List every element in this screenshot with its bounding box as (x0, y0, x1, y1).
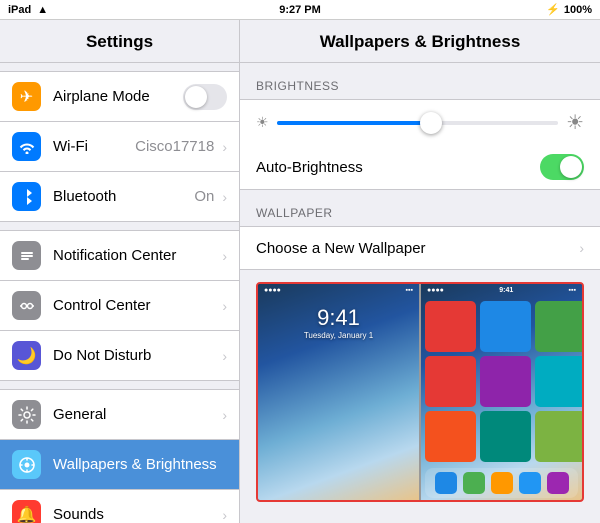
sun-small-icon: ☀ (256, 114, 269, 131)
bluetooth-chevron: › (222, 189, 227, 205)
sidebar-title: Settings (0, 20, 239, 63)
dock-icon-4 (519, 472, 541, 494)
wifi-icon: ▲ (37, 4, 48, 16)
general-label: General (53, 406, 218, 423)
bluetooth-label: Bluetooth (53, 188, 194, 205)
control-center-chevron: › (222, 298, 227, 314)
sidebar-item-do-not-disturb[interactable]: 🌙 Do Not Disturb › (0, 331, 239, 381)
notification-center-icon (12, 241, 41, 270)
choose-wallpaper-label: Choose a New Wallpaper (256, 240, 575, 257)
status-time: 9:27 PM (279, 4, 321, 16)
app-icon-5 (425, 356, 476, 407)
lock-screen-preview: ●●●● ▪▪▪ 9:41 Tuesday, January 1 (258, 284, 419, 500)
battery-label: 100% (564, 4, 592, 16)
auto-brightness-toggle[interactable] (540, 154, 584, 180)
detail-title: Wallpapers & Brightness (240, 20, 600, 63)
airplane-toggle[interactable] (183, 84, 227, 110)
sidebar-group-2: Notification Center › Control Center › (0, 230, 239, 381)
notification-center-label: Notification Center (53, 247, 218, 264)
control-center-icon (12, 291, 41, 320)
sidebar-item-wallpapers-brightness[interactable]: Wallpapers & Brightness (0, 440, 239, 490)
sidebar-group-3: General › Wallpapers & Brightness 🔔 Soun… (0, 389, 239, 523)
status-left: iPad ▲ (8, 4, 48, 16)
do-not-disturb-label: Do Not Disturb (53, 347, 218, 364)
sidebar-item-bluetooth[interactable]: Bluetooth On › (0, 172, 239, 222)
brightness-slider-thumb[interactable] (420, 112, 442, 134)
sidebar-item-sounds[interactable]: 🔔 Sounds › (0, 490, 239, 523)
do-not-disturb-icon: 🌙 (12, 341, 41, 370)
lock-battery: ▪▪▪ (406, 287, 413, 294)
wifi-chevron: › (222, 139, 227, 155)
sidebar: Settings ✈ Airplane Mode (0, 20, 240, 523)
general-chevron: › (222, 407, 227, 423)
detail-panel: Wallpapers & Brightness BRIGHTNESS ☀ ☀ A… (240, 20, 600, 523)
sidebar-item-wifi[interactable]: Wi-Fi Cisco17718 › (0, 122, 239, 172)
wifi-label: Wi-Fi (53, 138, 135, 155)
dock-icon-1 (435, 472, 457, 494)
dock-icon-3 (491, 472, 513, 494)
status-bar: iPad ▲ 9:27 PM ⚡ 100% (0, 0, 600, 20)
app-icon-9 (425, 411, 476, 462)
app-grid (421, 297, 582, 466)
notification-center-chevron: › (222, 248, 227, 264)
sounds-chevron: › (222, 507, 227, 523)
sun-large-icon: ☀ (566, 110, 584, 135)
control-center-label: Control Center (53, 297, 218, 314)
sidebar-item-airplane-mode[interactable]: ✈ Airplane Mode (0, 71, 239, 122)
app-icon-7 (535, 356, 582, 407)
brightness-card: ☀ ☀ Auto-Brightness (240, 99, 600, 190)
do-not-disturb-chevron: › (222, 348, 227, 364)
home-signal: ●●●● (427, 287, 444, 294)
bluetooth-icon-badge (12, 182, 41, 211)
lock-date: Tuesday, January 1 (304, 331, 373, 340)
home-screen-preview: ●●●● 9:41 ▪▪▪ (421, 284, 582, 500)
auto-brightness-row: Auto-Brightness (240, 145, 600, 189)
app-icon-6 (480, 356, 531, 407)
main-content: Settings ✈ Airplane Mode (0, 20, 600, 523)
airplane-mode-label: Airplane Mode (53, 88, 183, 105)
auto-brightness-knob (560, 156, 582, 178)
wallpaper-preview[interactable]: ●●●● ▪▪▪ 9:41 Tuesday, January 1 ●●●● 9:… (256, 282, 584, 502)
sidebar-item-notification-center[interactable]: Notification Center › (0, 230, 239, 281)
airplane-toggle-wrap (183, 84, 227, 110)
brightness-slider-track[interactable] (277, 121, 559, 125)
sidebar-group-1: ✈ Airplane Mode Wi-Fi Cisco17718 › (0, 71, 239, 222)
home-battery: ▪▪▪ (569, 287, 576, 294)
wallpapers-brightness-label: Wallpapers & Brightness (53, 456, 227, 473)
dock-icon-5 (547, 472, 569, 494)
brightness-section-header: BRIGHTNESS (240, 63, 600, 99)
wallpaper-section-header: WALLPAPER (240, 190, 600, 226)
sidebar-item-control-center[interactable]: Control Center › (0, 281, 239, 331)
app-icon-1 (425, 301, 476, 352)
sidebar-item-general[interactable]: General › (0, 389, 239, 440)
app-icon-2 (480, 301, 531, 352)
app-icon-10 (480, 411, 531, 462)
dock-row (425, 468, 578, 498)
lock-status-bar: ●●●● ▪▪▪ (258, 284, 419, 297)
app-icon-3 (535, 301, 582, 352)
airplane-mode-icon: ✈ (12, 82, 41, 111)
choose-wallpaper-row[interactable]: Choose a New Wallpaper › (240, 226, 600, 270)
sounds-icon: 🔔 (12, 500, 41, 523)
sounds-label: Sounds (53, 506, 218, 523)
lock-carrier: ●●●● (264, 287, 281, 294)
status-right: ⚡ 100% (546, 3, 592, 16)
ipad-label: iPad (8, 4, 31, 16)
home-status-bar: ●●●● 9:41 ▪▪▪ (421, 284, 582, 297)
home-time: 9:41 (499, 287, 513, 294)
bluetooth-value: On (194, 188, 214, 205)
wifi-icon-badge (12, 132, 41, 161)
brightness-row: ☀ ☀ (240, 100, 600, 145)
airplane-toggle-knob (185, 86, 207, 108)
brightness-slider-fill (277, 121, 432, 125)
choose-wallpaper-chevron: › (579, 240, 584, 256)
lock-time: 9:41 (317, 305, 360, 331)
auto-brightness-label: Auto-Brightness (256, 159, 540, 176)
bluetooth-icon: ⚡ (546, 3, 560, 16)
app-icon-11 (535, 411, 582, 462)
wallpapers-icon (12, 450, 41, 479)
dock-icon-2 (463, 472, 485, 494)
wifi-value: Cisco17718 (135, 138, 214, 155)
general-icon (12, 400, 41, 429)
